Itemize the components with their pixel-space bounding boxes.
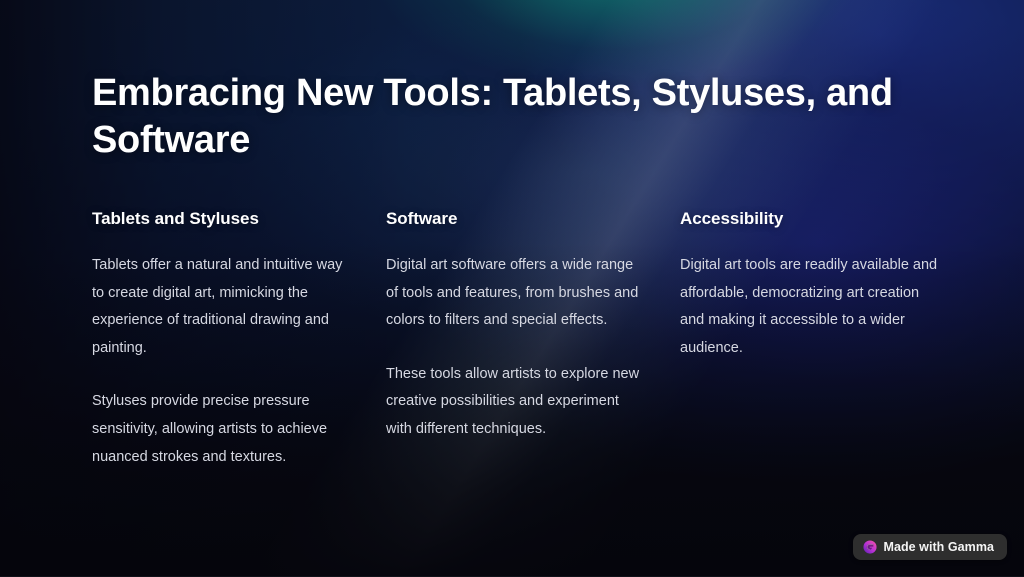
column-tablets-and-styluses: Tablets and Styluses Tablets offer a nat… [92, 208, 386, 471]
column-paragraph: Digital art software offers a wide range… [386, 257, 639, 329]
column-group: Tablets and Styluses Tablets offer a nat… [92, 208, 954, 471]
column-paragraph: These tools allow artists to explore new… [386, 365, 640, 437]
column-paragraph: Styluses provide precise pressure sensit… [92, 393, 328, 465]
column-paragraph: Tablets offer a natural and intuitive wa… [92, 257, 343, 356]
column-body: Digital art software offers a wide range… [386, 252, 680, 444]
slide-title: Embracing New Tools: Tablets, Styluses, … [92, 72, 893, 161]
column-accessibility: Accessibility Digital art tools are read… [680, 208, 974, 471]
column-body: Digital art tools are readily available … [680, 252, 974, 362]
column-heading: Accessibility [680, 209, 784, 228]
column-body: Tablets offer a natural and intuitive wa… [92, 252, 386, 471]
column-paragraph: Digital art tools are readily available … [680, 257, 938, 356]
made-with-gamma-label: Made with Gamma [883, 539, 994, 554]
column-heading: Tablets and Styluses [92, 209, 259, 228]
column-software: Software Digital art software offers a w… [386, 208, 680, 471]
gamma-logo-icon [862, 540, 877, 554]
slide-canvas: Embracing New Tools: Tablets, Styluses, … [0, 0, 1024, 577]
column-heading: Software [386, 209, 458, 228]
made-with-gamma-badge[interactable]: Made with Gamma [852, 534, 1007, 560]
